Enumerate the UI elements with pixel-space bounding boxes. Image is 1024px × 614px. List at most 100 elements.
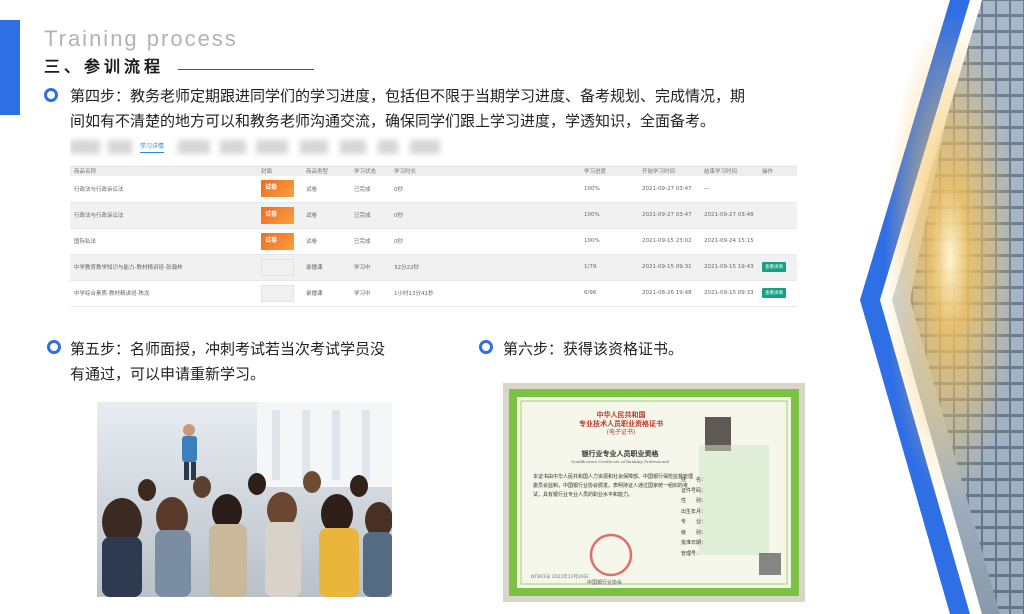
cert-qualification-en: Qualification Certificate of Banking Pro… [570, 459, 670, 464]
cell-type: 试卷 [302, 176, 350, 203]
title-underline [178, 69, 314, 70]
cell-status: 已完成 [350, 176, 390, 203]
tab-study-detail[interactable]: 学习详情 [140, 141, 165, 153]
table-row[interactable]: 中学综合素质-教材精讲班-陈龙 录播课 学习中 1小时13分41秒 6/96 2… [70, 280, 797, 307]
view-detail-button[interactable]: 查看详情 [762, 262, 786, 272]
cell-cover [257, 280, 302, 307]
cert-title2: 专业技术人员职业资格证书 [579, 419, 663, 428]
cell-end: 2021-09-15 09:33 [700, 280, 758, 307]
cell-duration: 32分22秒 [390, 254, 580, 281]
cert-fields: 姓 名： 证件号码： 性 别： 出生年月： 专 业： 级 别： 批准日期： 管理… [681, 475, 706, 559]
cover-thumbnail [261, 284, 294, 302]
step5-text: 第五步：名师面授，冲刺考试若当次考试学员没 有通过，可以申请重新学习。 [70, 337, 450, 387]
cell-action [758, 202, 797, 229]
col-header: 操作 [758, 165, 797, 176]
certificate-photo: 中华人民共和国 专业技术人员职业资格证书 (电子证书) 银行业专业人员职业资格 … [503, 383, 805, 602]
cell-name: 中学综合素质-教材精讲班-陈龙 [70, 280, 257, 307]
cell-duration: 0秒 [390, 228, 580, 255]
cell-status: 学习中 [350, 280, 390, 307]
col-header: 开始学习时间 [638, 165, 700, 176]
cell-action: 查看详情 [758, 280, 797, 307]
cell-status: 学习中 [350, 254, 390, 281]
cell-progress: 1/79 [580, 254, 638, 281]
col-header: 结束学习时间 [700, 165, 758, 176]
table-row[interactable]: 国际私法 试卷 试卷 已完成 0秒 100% 2021-09-15 23:02 … [70, 228, 797, 255]
cert-field: 管理号： [681, 550, 702, 557]
cell-start: 2021-09-27 03:47 [638, 202, 700, 229]
step6-bullet-icon [479, 340, 493, 354]
step6-text: 第六步：获得该资格证书。 [503, 340, 684, 358]
cover-thumbnail: 试卷 [261, 232, 294, 250]
study-record-screenshot: 学习详情 商品名称 封面 商品类型 学习状态 学习时长 学习进度 开始学习时间 … [70, 135, 797, 327]
cell-name: 国际私法 [70, 228, 257, 255]
step5-line2: 有通过，可以申请重新学习。 [70, 365, 266, 383]
accent-bar [0, 20, 20, 115]
cell-end: 2021-09-27 03:48 [700, 202, 758, 229]
col-header: 商品名称 [70, 165, 257, 176]
cell-start: 2021-08-26 19:48 [638, 280, 700, 307]
cell-cover [257, 254, 302, 281]
cell-cover: 试卷 [257, 228, 302, 255]
cover-thumbnail: 试卷 [261, 180, 294, 198]
cell-end: 2021-09-24 15:15 [700, 228, 758, 255]
cell-action: 查看详情 [758, 254, 797, 281]
cell-progress: 100% [580, 176, 638, 203]
cert-field: 批准日期： [681, 540, 707, 546]
cell-type: 试卷 [302, 228, 350, 255]
cell-cover: 试卷 [257, 176, 302, 203]
cell-action [758, 228, 797, 255]
cert-title1: 中华人民共和国 [596, 410, 646, 419]
study-table: 商品名称 封面 商品类型 学习状态 学习时长 学习进度 开始学习时间 结束学习时… [70, 165, 797, 307]
cert-field: 级 别： [681, 529, 707, 536]
step5-line1: 第五步：名师面授，冲刺考试若当次考试学员没 [70, 340, 386, 358]
blurred-tabs [70, 140, 440, 154]
cert-field: 证件号码： [681, 487, 707, 494]
cell-cover: 试卷 [257, 202, 302, 229]
page-title-en: Training process [44, 26, 238, 51]
cell-start: 2021-09-27 03:47 [638, 176, 700, 203]
step4-bullet-icon [44, 88, 58, 102]
cert-body: 本证书由中华人民共和国人力资源和社会保障部、中国银行保险监督管理委员会监制，中国… [533, 474, 694, 498]
cell-end: — [700, 176, 758, 203]
step4-line1: 第四步：教务老师定期跟进同学们的学习进度，包括但不限于当期学习进度、备考规划、完… [70, 87, 746, 105]
cert-field: 姓 名： [681, 477, 707, 483]
cert-qualification: 银行业专业人员职业资格 [581, 449, 659, 458]
cert-field: 性 别： [681, 498, 707, 504]
cell-type: 录播课 [302, 254, 350, 281]
table-row[interactable]: 中学教育教学知识与能力-教材精讲班-张瀚林 录播课 学习中 32分22秒 1/7… [70, 254, 797, 281]
cell-type: 录播课 [302, 280, 350, 307]
cell-name: 行政法与行政诉讼法 [70, 176, 257, 203]
cert-field: 出生年月： [681, 508, 707, 515]
cell-type: 试卷 [302, 202, 350, 229]
view-detail-button[interactable]: 查看详情 [762, 288, 786, 298]
cert-subtitle: (电子证书) [606, 429, 636, 436]
cell-start: 2021-09-15 23:02 [638, 228, 700, 255]
table-row[interactable]: 行政法与行政诉讼法 试卷 试卷 已完成 0秒 100% 2021-09-27 0… [70, 176, 797, 203]
cell-progress: 100% [580, 228, 638, 255]
cert-issuer: 中国银行业协会 [587, 580, 623, 586]
cell-duration: 1小时13分41秒 [390, 280, 580, 307]
cover-thumbnail [261, 258, 294, 276]
col-header: 学习进度 [580, 165, 638, 176]
col-header: 商品类型 [302, 165, 350, 176]
col-header: 学习状态 [350, 165, 390, 176]
cert-footer: NTB01号 2021年12月20日 [531, 575, 589, 580]
cell-duration: 0秒 [390, 202, 580, 229]
table-row[interactable]: 行政法与行政诉讼法 试卷 试卷 已完成 0秒 100% 2021-09-27 0… [70, 202, 797, 229]
cell-status: 已完成 [350, 202, 390, 229]
cell-progress: 100% [580, 202, 638, 229]
cell-name: 中学教育教学知识与能力-教材精讲班-张瀚林 [70, 254, 257, 281]
col-header: 封面 [257, 165, 302, 176]
cover-thumbnail: 试卷 [261, 206, 294, 224]
cell-status: 已完成 [350, 228, 390, 255]
cell-progress: 6/96 [580, 280, 638, 307]
cell-duration: 0秒 [390, 176, 580, 203]
col-header: 学习时长 [390, 165, 580, 176]
decorative-building-graphic [800, 0, 1024, 614]
step4-text: 第四步：教务老师定期跟进同学们的学习进度，包括但不限于当期学习进度、备考规划、完… [70, 84, 815, 134]
cell-name: 行政法与行政诉讼法 [70, 202, 257, 229]
cell-action [758, 176, 797, 203]
cert-field: 专 业： [681, 519, 707, 525]
step4-line2: 间如有不清楚的地方可以和教务老师沟通交流，确保同学们跟上学习进度，学透知识，全面… [70, 112, 716, 130]
cell-start: 2021-09-15 09:31 [638, 254, 700, 281]
